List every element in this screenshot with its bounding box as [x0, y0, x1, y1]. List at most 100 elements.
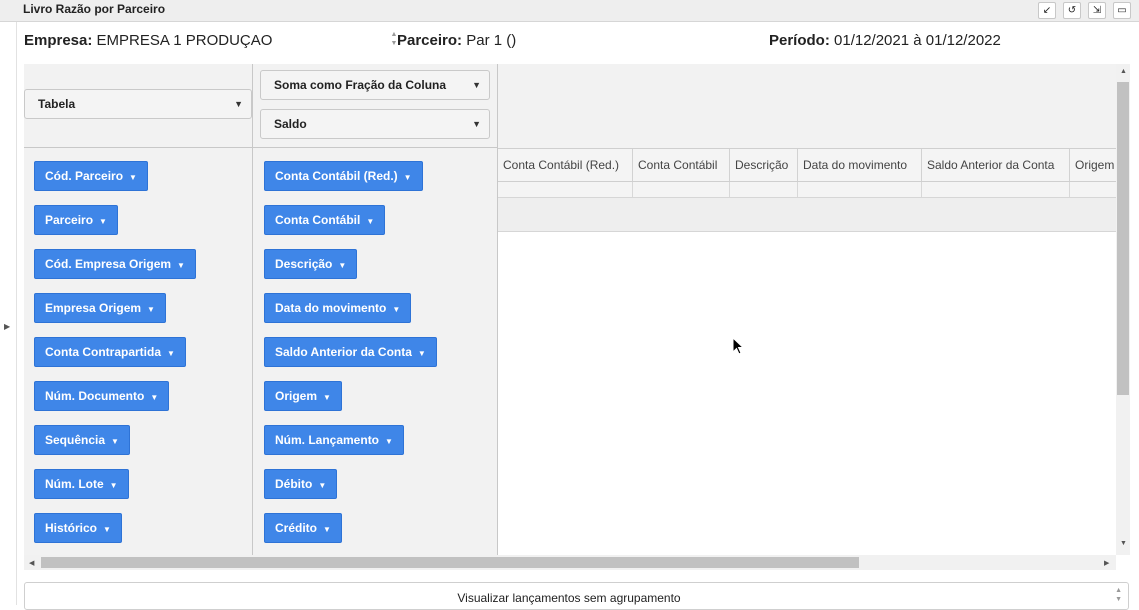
caret-down-icon[interactable]: ▼	[129, 173, 137, 182]
caret-down-icon[interactable]: ▼	[418, 349, 426, 358]
field-chip[interactable]: Conta Contrapartida ▼	[34, 337, 186, 367]
empresa-label: Empresa:	[24, 32, 93, 49]
caret-down-icon[interactable]: ▼	[385, 437, 393, 446]
field-chip-label: Núm. Documento	[45, 389, 145, 403]
field-chip[interactable]: Núm. Documento ▼	[34, 381, 170, 411]
export-icon[interactable]: ⇲	[1088, 2, 1106, 19]
caret-down-icon[interactable]: ▼	[323, 525, 331, 534]
aggregator-caret-icon: ▼	[472, 80, 481, 90]
renderer-select[interactable]: Tabela ▼	[24, 89, 252, 119]
parceiro-info: Parceiro: Par 1 ()	[397, 32, 516, 49]
mouse-cursor-icon	[732, 337, 744, 355]
window-title: Livro Razão por Parceiro	[23, 2, 166, 16]
column-divider	[252, 64, 253, 555]
value-field-caret-icon: ▼	[472, 119, 481, 129]
table-cell	[1070, 182, 1116, 197]
caret-down-icon[interactable]: ▼	[392, 305, 400, 314]
horizontal-scrollbar-thumb[interactable]	[41, 557, 859, 568]
row-field-chip[interactable]: Conta Contábil ▼	[264, 205, 386, 235]
table-cell	[922, 182, 1070, 197]
field-chip[interactable]: Empresa Origem ▼	[34, 293, 166, 323]
row-field-chip[interactable]: Origem ▼	[264, 381, 342, 411]
ungrouped-entries-label: Visualizar lançamentos sem agrupamento	[457, 591, 681, 605]
caret-down-icon[interactable]: ▼	[110, 481, 118, 490]
caret-down-icon[interactable]: ▼	[323, 393, 331, 402]
parceiro-value: Par 1 ()	[466, 32, 517, 49]
renderer-caret-icon: ▼	[234, 99, 243, 109]
row-field-chip-label: Núm. Lançamento	[275, 433, 380, 447]
row-field-chip-label: Crédito	[275, 521, 317, 535]
vertical-scrollbar-thumb[interactable]	[1117, 82, 1129, 395]
minimize-icon[interactable]: ↙	[1038, 2, 1056, 19]
row-field-chip[interactable]: Data do movimento ▼	[264, 293, 412, 323]
row-field-chip-label: Débito	[275, 477, 313, 491]
expand-arrow-icon[interactable]: ▶	[4, 322, 10, 331]
refresh-icon[interactable]: ↺	[1063, 2, 1081, 19]
row-divider	[24, 147, 498, 148]
aggregator-select-value: Soma como Fração da Coluna	[274, 78, 447, 92]
value-field-select[interactable]: Saldo ▼	[260, 109, 490, 139]
ungrouped-entries-button[interactable]: Visualizar lançamentos sem agrupamento ▲…	[24, 582, 1129, 610]
table-row	[498, 182, 1116, 198]
renderer-select-value: Tabela	[38, 97, 76, 111]
field-chip-label: Empresa Origem	[45, 301, 142, 315]
value-field-select-value: Saldo	[274, 117, 307, 131]
row-field-chip-label: Conta Contábil (Red.)	[275, 169, 398, 183]
table-header-row: Conta Contábil (Red.) Conta Contábil Des…	[498, 148, 1116, 182]
row-field-chip[interactable]: Débito ▼	[264, 469, 338, 499]
field-chip[interactable]: Cód. Empresa Origem ▼	[34, 249, 196, 279]
field-chip-label: Núm. Lote	[45, 477, 104, 491]
table-header-cell[interactable]: Descrição	[730, 149, 798, 181]
scroll-down-icon[interactable]: ▼	[1120, 540, 1127, 547]
scroll-up-icon[interactable]: ▲	[1120, 68, 1127, 75]
table-total-row	[498, 198, 1116, 232]
column-fields-area	[498, 64, 1116, 148]
table-header-cell[interactable]: Origem	[1070, 149, 1116, 181]
scroll-right-icon[interactable]: ▶	[1104, 559, 1109, 567]
table-header-cell[interactable]: Data do movimento	[798, 149, 922, 181]
caret-down-icon[interactable]: ▼	[366, 217, 374, 226]
scroll-left-icon[interactable]: ◀	[29, 559, 34, 567]
row-field-chip-label: Data do movimento	[275, 301, 387, 315]
table-header-cell[interactable]: Saldo Anterior da Conta	[922, 149, 1070, 181]
field-chip-label: Cód. Parceiro	[45, 169, 124, 183]
periodo-info: Período: 01/12/2021 à 01/12/2022	[769, 32, 1001, 49]
caret-down-icon[interactable]: ▼	[177, 261, 185, 270]
table-body-area	[498, 232, 1116, 555]
table-header-cell[interactable]: Conta Contábil	[633, 149, 730, 181]
caret-down-icon[interactable]: ▼	[103, 525, 111, 534]
parceiro-label: Parceiro:	[397, 32, 463, 49]
caret-down-icon[interactable]: ▼	[167, 349, 175, 358]
caret-down-icon[interactable]: ▼	[150, 393, 158, 402]
caret-down-icon[interactable]: ▼	[111, 437, 119, 446]
field-chip-label: Sequência	[45, 433, 106, 447]
caret-down-icon[interactable]: ▼	[404, 173, 412, 182]
row-field-chip-label: Descrição	[275, 257, 333, 271]
row-field-chip[interactable]: Núm. Lançamento ▼	[264, 425, 404, 455]
caret-down-icon[interactable]: ▼	[147, 305, 155, 314]
periodo-value: 01/12/2021 à 01/12/2022	[834, 32, 1001, 49]
empresa-value: EMPRESA 1 PRODUÇAO	[96, 32, 273, 49]
aggregator-select[interactable]: Soma como Fração da Coluna ▼	[260, 70, 490, 100]
row-field-chip-label: Origem	[275, 389, 318, 403]
maximize-icon[interactable]: ▭	[1113, 2, 1131, 19]
row-field-chip[interactable]: Saldo Anterior da Conta ▼	[264, 337, 437, 367]
row-field-chip[interactable]: Conta Contábil (Red.) ▼	[264, 161, 423, 191]
field-chip[interactable]: Núm. Lote ▼	[34, 469, 129, 499]
side-panel-toggle[interactable]: ▶	[0, 22, 17, 605]
field-chip[interactable]: Parceiro ▼	[34, 205, 118, 235]
table-cell	[798, 182, 922, 197]
row-field-chip[interactable]: Crédito ▼	[264, 513, 342, 543]
field-chip[interactable]: Sequência ▼	[34, 425, 130, 455]
bottom-spinner-icon[interactable]: ▲ ▼	[1115, 586, 1122, 604]
field-chip-label: Conta Contrapartida	[45, 345, 162, 359]
caret-down-icon[interactable]: ▼	[99, 217, 107, 226]
row-field-chip[interactable]: Descrição ▼	[264, 249, 358, 279]
field-chip[interactable]: Histórico ▼	[34, 513, 122, 543]
field-chip-label: Cód. Empresa Origem	[45, 257, 172, 271]
table-header-cell[interactable]: Conta Contábil (Red.)	[498, 149, 633, 181]
caret-down-icon[interactable]: ▼	[338, 261, 346, 270]
field-chip[interactable]: Cód. Parceiro ▼	[34, 161, 148, 191]
caret-down-icon[interactable]: ▼	[318, 481, 326, 490]
periodo-label: Período:	[769, 32, 830, 49]
